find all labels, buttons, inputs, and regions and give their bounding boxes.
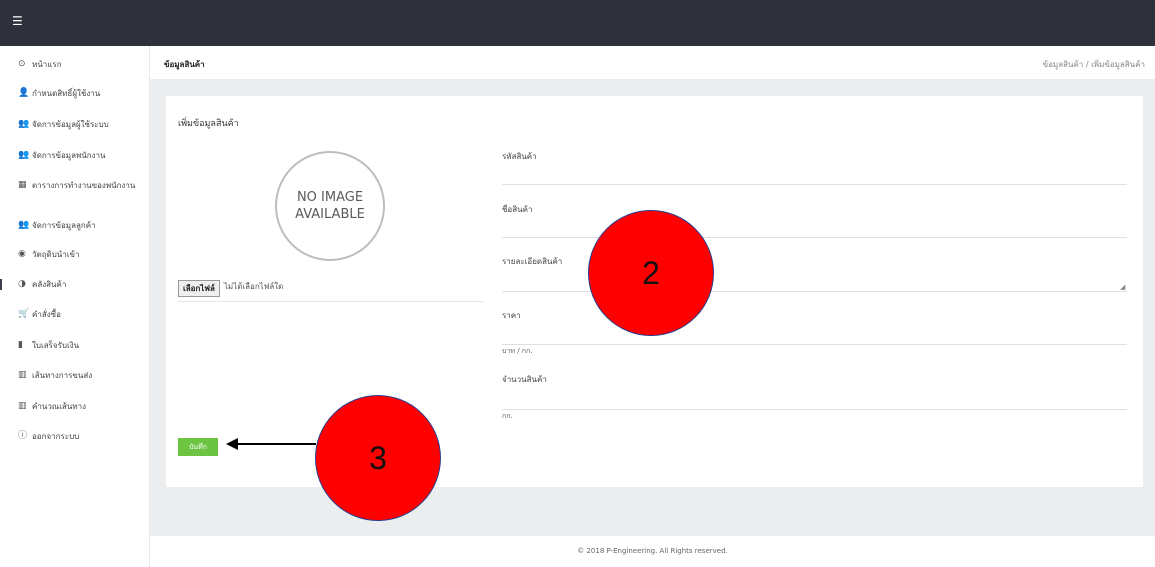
users-icon: 👥 [18,150,30,160]
product-name-input[interactable] [502,237,1127,238]
map-icon: ▥ [18,370,27,380]
users-icon: 👥 [18,220,30,230]
sidebar-item-employees[interactable]: 👥 จัดการข้อมูลพนักงาน [0,150,150,161]
users-icon: 👥 [18,119,30,129]
choose-file-button[interactable]: เลือกไฟล์ [178,280,220,297]
product-code-input[interactable] [502,184,1127,185]
copyright-text: © 2018 P-Engineering. All Rights reserve… [577,547,728,555]
file-upload: เลือกไฟล์ ไม่ได้เลือกไฟล์ใด [178,280,483,302]
user-icon: 👤 [18,88,30,98]
sidebar-item-users[interactable]: 👥 จัดการข้อมูลผู้ใช้ระบบ [0,119,150,130]
dashboard-icon: ◉ [18,249,26,259]
top-navbar: ☰ [0,0,1155,46]
sidebar-item-customers[interactable]: 👥 จัดการข้อมูลลูกค้า [0,220,150,231]
sidebar-item-warehouse[interactable]: ◑ คลังสินค้า [0,279,150,290]
annotation-marker-2: 2 [588,210,714,336]
resize-handle-icon[interactable]: ◢ [1120,283,1125,291]
info-icon: ⓘ [18,431,28,441]
price-input[interactable] [502,344,1127,345]
footer: © 2018 P-Engineering. All Rights reserve… [150,536,1155,567]
sidebar: ⊙ หน้าแรก 👤 กำหนดสิทธิ์ผู้ใช้งาน 👥 จัดการข้… [0,46,150,567]
product-detail-label: รายละเอียดสินค้า [502,257,563,266]
quantity-unit: กก. [502,412,513,420]
sidebar-item-home[interactable]: ⊙ หน้าแรก [0,59,150,70]
breadcrumb[interactable]: ข้อมูลสินค้า / เพิ่มข้อมูลสินค้า [1043,58,1145,71]
product-name-label: ชื่อสินค้า [502,205,533,214]
save-button[interactable]: บันทึก [178,438,218,456]
sidebar-item-schedule[interactable]: ▦ ตารางการทำงานของพนักงาน [0,180,150,191]
sidebar-item-materials[interactable]: ◉ วัตถุดิบนำเข้า [0,249,150,260]
sidebar-item-logout[interactable]: ⓘ ออกจากระบบ [0,431,150,442]
page-title: ข้อมูลสินค้า [164,60,205,69]
map-icon: ▥ [18,401,27,411]
file-status: ไม่ได้เลือกไฟล์ใด [223,282,284,291]
clock-icon: ⊙ [18,59,26,69]
annotation-marker-3: 3 [315,395,441,521]
half-circle-icon: ◑ [18,279,26,289]
sidebar-item-receipts[interactable]: ▮ ใบเสร็จรับเงิน [0,340,150,351]
form-title: เพิ่มข้อมูลสินค้า [178,119,239,129]
menu-toggle-icon[interactable]: ☰ [12,15,23,27]
cart-icon: 🛒 [18,309,30,319]
price-label: ราคา [502,311,521,320]
content-header: ข้อมูลสินค้า ข้อมูลสินค้า / เพิ่มข้อมูลส… [150,46,1155,80]
product-code-label: รหัสสินค้า [502,152,537,161]
product-image-placeholder: NO IMAGE AVAILABLE [275,151,385,261]
file-icon: ▮ [18,340,23,350]
table-icon: ▦ [18,180,27,190]
sidebar-item-orders[interactable]: 🛒 คำสั่งซื้อ [0,309,150,320]
annotation-arrow [226,438,316,450]
sidebar-item-permissions[interactable]: 👤 กำหนดสิทธิ์ผู้ใช้งาน [0,88,150,99]
quantity-label: จำนวนสินค้า [502,375,547,384]
quantity-input[interactable] [502,409,1127,410]
sidebar-item-route-calc[interactable]: ▥ คำนวณเส้นทาง [0,401,150,412]
sidebar-item-routes[interactable]: ▥ เส้นทางการขนส่ง [0,370,150,381]
price-unit: บาท / กก. [502,347,533,355]
